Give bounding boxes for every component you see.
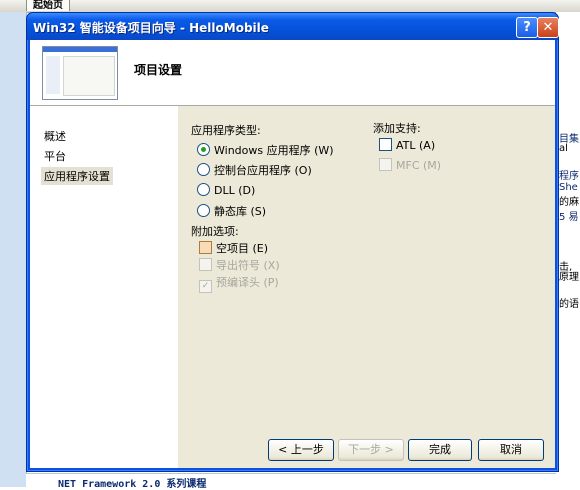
tab-start-page[interactable]: 起始页 [26, 0, 70, 11]
background-text-fragment: 程序 [559, 171, 579, 182]
help-button[interactable]: ? [516, 17, 538, 38]
checkbox-icon [199, 258, 212, 271]
radio-icon [197, 143, 210, 156]
finish-button[interactable]: 完成 [408, 439, 472, 461]
wizard-banner-icon [42, 46, 118, 100]
background-text-fragment: 原理 [559, 272, 579, 283]
wizard-nav: 概述 平台 应用程序设置 [30, 106, 178, 468]
checkbox-atl[interactable]: ATL (A) [379, 138, 435, 152]
radio-icon [197, 183, 210, 196]
radio-icon [197, 204, 210, 217]
checkbox-empty-project[interactable]: 空项目 (E) [199, 240, 268, 256]
add-support-label: 添加支持: [373, 122, 421, 135]
window-title: Win32 智能设备项目向导 - HelloMobile [33, 21, 269, 35]
checkbox-precompiled-header[interactable]: ✓ 预编译头 (P) [199, 274, 279, 293]
page-title: 项目设置 [134, 63, 183, 77]
background-text-fragment: al [559, 143, 568, 154]
wizard-dialog: Win32 智能设备项目向导 - HelloMobile ? ✕ 项目设置 概述… [26, 12, 559, 472]
close-icon: ✕ [542, 20, 554, 35]
background-right-pane: 目集; al 程序 She 的麻 5 易 击, 原理 的语 [556, 12, 580, 487]
background-left-pane [0, 12, 27, 487]
background-course-link[interactable]: NET Framework 2.0 系列课程 [58, 475, 206, 490]
checkmark-icon: ✓ [199, 280, 212, 293]
settings-panel: 应用程序类型: Windows 应用程序 (W) 控制台应用程序 (O) DLL… [179, 106, 555, 468]
checkbox-icon [199, 241, 212, 254]
cancel-button[interactable]: 取消 [478, 439, 544, 461]
additional-options-label: 附加选项: [191, 225, 239, 238]
checkbox-mfc[interactable]: MFC (M) [379, 158, 441, 172]
radio-windows-app[interactable]: Windows 应用程序 (W) [197, 142, 334, 158]
background-text-fragment: 5 易 [559, 212, 579, 223]
radio-console-app[interactable]: 控制台应用程序 (O) [197, 162, 312, 178]
help-icon: ? [523, 20, 531, 35]
nav-item-platform[interactable]: 平台 [44, 148, 66, 164]
background-text-fragment: She [559, 182, 578, 193]
title-bar[interactable]: Win32 智能设备项目向导 - HelloMobile ? ✕ [27, 13, 559, 40]
wizard-header: 项目设置 [30, 40, 555, 106]
background-text-fragment: 的麻 [559, 197, 579, 208]
radio-static-lib[interactable]: 静态库 (S) [197, 203, 266, 219]
next-button[interactable]: 下一步 > [338, 439, 404, 461]
background-text-fragment: 的语 [559, 299, 579, 310]
checkbox-icon [379, 138, 392, 151]
dialog-client-area: 项目设置 概述 平台 应用程序设置 应用程序类型: Windows 应用程序 (… [30, 40, 555, 468]
radio-dll[interactable]: DLL (D) [197, 183, 255, 197]
radio-icon [197, 163, 210, 176]
app-type-label: 应用程序类型: [191, 124, 261, 137]
back-button[interactable]: < 上一步 [268, 439, 334, 461]
checkbox-export-symbols[interactable]: 导出符号 (X) [199, 257, 280, 273]
close-button[interactable]: ✕ [537, 17, 559, 38]
checkbox-icon [379, 158, 392, 171]
nav-item-app-settings[interactable]: 应用程序设置 [41, 167, 113, 185]
nav-item-overview[interactable]: 概述 [44, 128, 66, 144]
